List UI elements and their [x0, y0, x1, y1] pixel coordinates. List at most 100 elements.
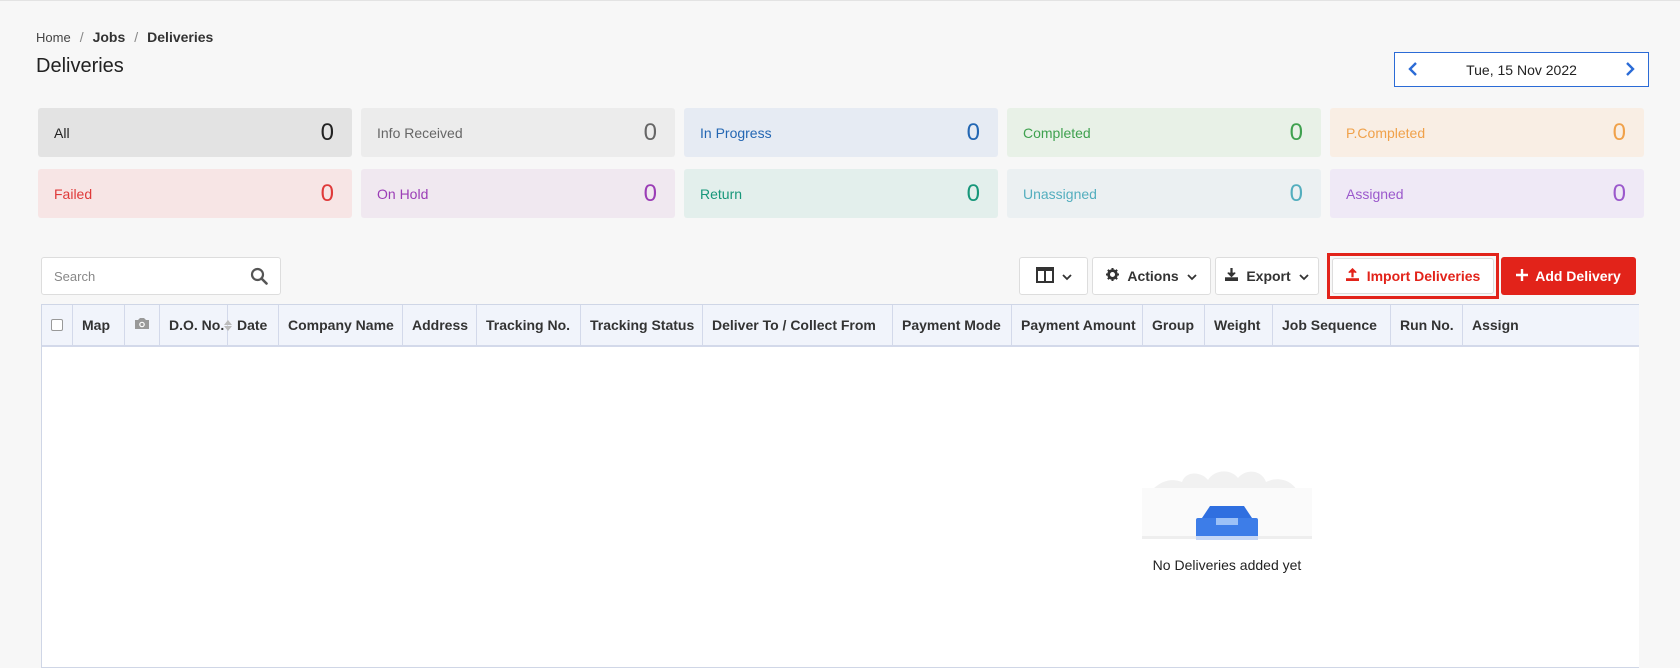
- import-label: Import Deliveries: [1366, 268, 1481, 284]
- page-title: Deliveries: [36, 55, 124, 77]
- column-header-label: Map: [82, 317, 110, 333]
- gear-icon: [1106, 268, 1120, 284]
- status-card-label: On Hold: [377, 185, 429, 202]
- upload-icon: [1345, 267, 1359, 284]
- column-header-label: Group: [1152, 317, 1194, 333]
- status-card-count: 0: [1289, 179, 1303, 207]
- column-header[interactable]: Map: [73, 305, 125, 345]
- search-icon[interactable]: [250, 267, 268, 285]
- column-toggle-button[interactable]: [1019, 257, 1088, 295]
- chevron-down-icon: [1061, 268, 1072, 284]
- column-header[interactable]: Group: [1143, 305, 1205, 345]
- status-card-count: 0: [643, 118, 657, 146]
- chevron-down-icon: [1299, 268, 1309, 284]
- status-card-label: All: [54, 124, 70, 141]
- column-header-label: Tracking No.: [486, 317, 571, 333]
- search-input[interactable]: [54, 268, 250, 284]
- status-card[interactable]: Unassigned 0: [1007, 169, 1321, 218]
- export-label: Export: [1246, 268, 1291, 284]
- date-navigator: Tue, 15 Nov 2022: [1394, 52, 1649, 87]
- actions-label: Actions: [1127, 268, 1179, 284]
- camera-icon: [134, 317, 150, 333]
- status-card-label: Return: [700, 185, 743, 202]
- status-card[interactable]: Return 0: [684, 169, 998, 218]
- status-card-label: Assigned: [1346, 185, 1404, 202]
- photo-column-header: [125, 305, 160, 345]
- breadcrumb-separator: /: [79, 29, 84, 45]
- status-card-label: Completed: [1023, 124, 1091, 141]
- column-header[interactable]: Weight: [1205, 305, 1273, 345]
- empty-state: No Deliveries added yet: [1102, 450, 1352, 573]
- column-header[interactable]: Run No.: [1391, 305, 1463, 345]
- chevron-left-icon[interactable]: [1407, 61, 1419, 79]
- column-header[interactable]: Address: [403, 305, 477, 345]
- column-header[interactable]: Tracking Status: [581, 305, 703, 345]
- status-card-count: 0: [1612, 118, 1626, 146]
- search-box: [41, 257, 281, 295]
- breadcrumb: Home / Jobs / Deliveries: [36, 29, 213, 45]
- plus-icon: [1516, 268, 1529, 284]
- breadcrumb-jobs[interactable]: Jobs: [93, 29, 126, 45]
- column-header[interactable]: Tracking No.: [477, 305, 581, 345]
- status-card[interactable]: All 0: [38, 108, 352, 157]
- chevron-right-icon[interactable]: [1624, 61, 1636, 79]
- status-card-count: 0: [1612, 179, 1626, 207]
- empty-state-message: No Deliveries added yet: [1152, 557, 1302, 573]
- column-header-label: Job Sequence: [1282, 317, 1377, 333]
- status-card-count: 0: [320, 179, 334, 207]
- status-card-label: Failed: [54, 185, 93, 202]
- column-header[interactable]: Assign: [1463, 305, 1523, 345]
- column-header-label: Tracking Status: [590, 317, 695, 333]
- export-button[interactable]: Export: [1215, 257, 1319, 295]
- download-icon: [1225, 268, 1239, 284]
- status-card[interactable]: P.Completed 0: [1330, 108, 1644, 157]
- column-header-label: Address: [412, 317, 469, 333]
- empty-box-icon: [1142, 471, 1312, 554]
- column-header-label: Run No.: [1400, 317, 1454, 333]
- breadcrumb-home[interactable]: Home: [36, 30, 71, 45]
- status-card-count: 0: [966, 118, 980, 146]
- column-header[interactable]: Date: [228, 305, 279, 345]
- table-header: Map D.O. No. Date Company Name Address Tracki…: [42, 305, 1639, 347]
- status-card-label: Unassigned: [1023, 185, 1097, 202]
- column-header[interactable]: D.O. No.: [160, 305, 233, 345]
- status-card[interactable]: Info Received 0: [361, 108, 675, 157]
- status-card-count: 0: [643, 179, 657, 207]
- status-card[interactable]: On Hold 0: [361, 169, 675, 218]
- breadcrumb-current: Deliveries: [147, 29, 214, 45]
- status-card[interactable]: Assigned 0: [1330, 169, 1644, 218]
- column-header[interactable]: Deliver To / Collect From: [703, 305, 893, 345]
- column-header[interactable]: Payment Amount: [1012, 305, 1143, 345]
- status-card-label: Info Received: [377, 124, 463, 141]
- status-cards: All 0 Info Received 0 In Progress 0 Completed 0…: [38, 108, 1644, 218]
- column-header-label: Deliver To / Collect From: [712, 317, 876, 333]
- actions-button[interactable]: Actions: [1092, 257, 1211, 295]
- column-header[interactable]: Company Name: [279, 305, 403, 345]
- column-header[interactable]: Job Sequence: [1273, 305, 1391, 345]
- column-header-label: Payment Amount: [1021, 317, 1136, 333]
- deliveries-table: Map D.O. No. Date Company Name Address Tracki…: [41, 304, 1639, 668]
- column-header-label: Weight: [1214, 317, 1261, 333]
- select-all-cell: [42, 305, 73, 345]
- column-header-label: D.O. No.: [169, 317, 225, 333]
- status-card-label: In Progress: [700, 124, 772, 141]
- status-card[interactable]: Failed 0: [38, 169, 352, 218]
- column-header[interactable]: Payment Mode: [893, 305, 1012, 345]
- status-card[interactable]: Completed 0: [1007, 108, 1321, 157]
- column-header-label: Date: [237, 317, 268, 333]
- status-card-count: 0: [1289, 118, 1303, 146]
- breadcrumb-separator: /: [134, 29, 139, 45]
- status-card-label: P.Completed: [1346, 124, 1426, 141]
- import-deliveries-button[interactable]: Import Deliveries: [1332, 258, 1494, 294]
- columns-icon: [1035, 266, 1054, 286]
- add-delivery-label: Add Delivery: [1535, 268, 1621, 284]
- status-card-count: 0: [966, 179, 980, 207]
- column-header-label: Payment Mode: [902, 317, 1001, 333]
- current-date[interactable]: Tue, 15 Nov 2022: [1466, 62, 1577, 78]
- status-card-count: 0: [320, 118, 334, 146]
- select-all-checkbox[interactable]: [51, 319, 63, 331]
- column-header-label: Assign: [1472, 317, 1519, 333]
- chevron-down-icon: [1187, 268, 1197, 284]
- add-delivery-button[interactable]: Add Delivery: [1501, 257, 1636, 295]
- status-card[interactable]: In Progress 0: [684, 108, 998, 157]
